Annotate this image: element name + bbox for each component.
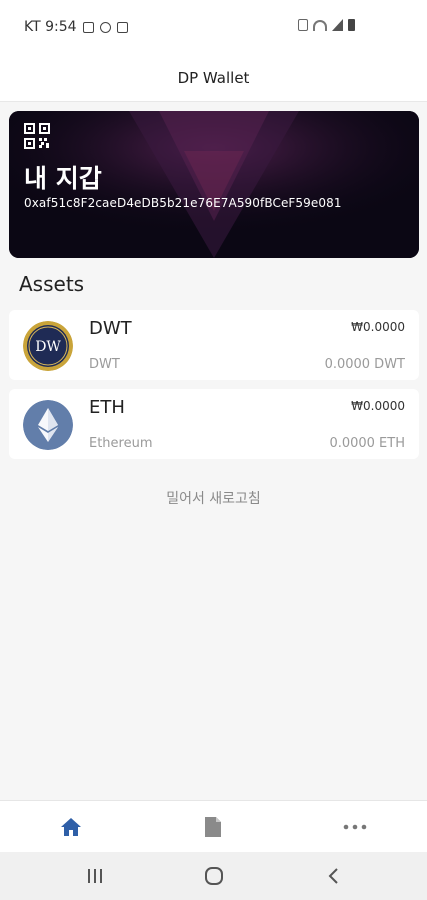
home-button-icon (205, 867, 223, 885)
pull-to-refresh-text: 밀어서 새로고침 (166, 491, 261, 507)
asset-symbol: ETH (89, 397, 125, 418)
app-icon (116, 21, 128, 33)
assets-title: Assets (19, 272, 85, 296)
home-button[interactable] (174, 852, 254, 900)
back-button[interactable] (293, 852, 373, 900)
bottom-nav (0, 800, 427, 852)
wallet-name: 내 지갑 (24, 164, 102, 193)
mute-icon (298, 19, 308, 31)
ethereum-logo-icon (23, 400, 73, 450)
asset-symbol: DWT (89, 318, 132, 339)
asset-amount: 0.0000 DWT (324, 357, 405, 372)
recent-apps-button[interactable] (55, 852, 135, 900)
battery-icon (348, 19, 355, 31)
asset-row-eth[interactable]: ETH Ethereum ₩0.0000 0.0000 ETH (9, 389, 419, 459)
more-icon (343, 824, 367, 830)
app-header: DP Wallet (0, 54, 427, 102)
wifi-icon (313, 19, 327, 31)
nav-home[interactable] (0, 801, 142, 853)
recent-apps-icon (88, 869, 102, 883)
asset-row-dwt[interactable]: DW DWT DWT ₩0.0000 0.0000 DWT (9, 310, 419, 380)
signal-icon (332, 19, 343, 31)
system-nav-bar (0, 852, 427, 900)
phone-icon (99, 21, 111, 33)
status-right (298, 19, 355, 31)
document-icon (205, 817, 221, 837)
carrier-time: KT 9:54 (24, 19, 77, 35)
qr-code-icon[interactable] (24, 123, 50, 149)
back-icon (328, 868, 338, 884)
home-icon (61, 818, 81, 836)
image-icon (82, 21, 94, 33)
dwt-logo-text: DW (35, 339, 61, 355)
wallet-card[interactable]: 내 지갑 0xaf51c8F2caeD4eDB5b21e76E7A590fBCe… (9, 111, 419, 258)
wallet-address[interactable]: 0xaf51c8F2caeD4eDB5b21e76E7A590fBCeF59e0… (24, 196, 342, 210)
dwt-logo-icon: DW (23, 321, 73, 371)
asset-fiat-value: ₩0.0000 (351, 320, 405, 334)
status-left: KT 9:54 (24, 19, 128, 35)
asset-fiat-value: ₩0.0000 (351, 399, 405, 413)
asset-amount: 0.0000 ETH (329, 436, 405, 451)
asset-name: Ethereum (89, 436, 153, 451)
app-title: DP Wallet (177, 68, 250, 87)
asset-name: DWT (89, 357, 120, 372)
status-bar: KT 9:54 (0, 0, 427, 54)
nav-documents[interactable] (142, 801, 284, 853)
nav-more[interactable] (284, 801, 426, 853)
